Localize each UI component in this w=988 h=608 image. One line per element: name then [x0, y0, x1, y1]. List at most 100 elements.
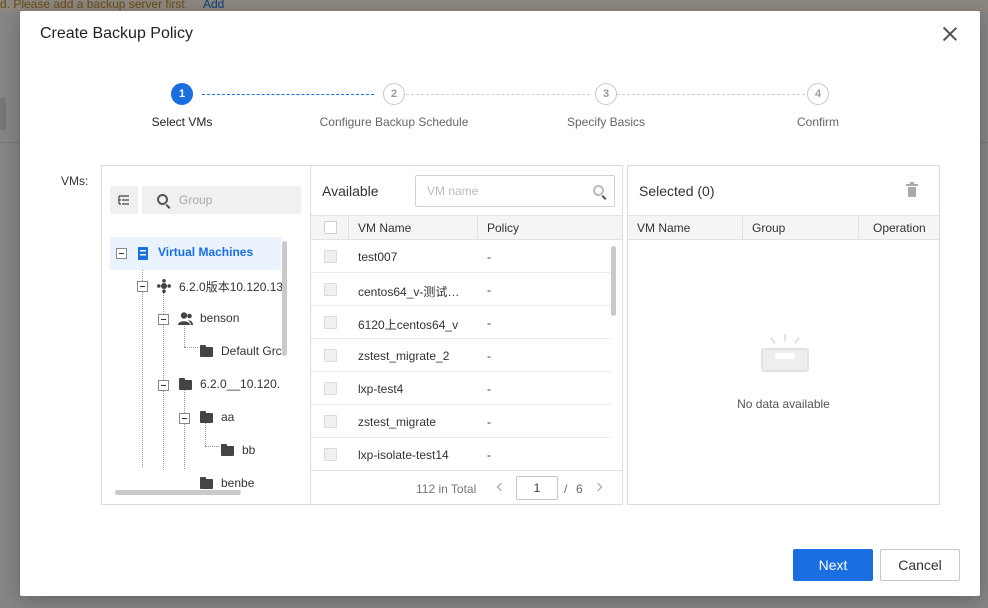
group-search-placeholder: Group	[179, 193, 213, 207]
trash-icon[interactable]	[906, 182, 918, 198]
next-button[interactable]: Next	[793, 549, 873, 581]
folder-icon	[179, 378, 192, 390]
icon-tray	[761, 348, 809, 372]
row-checkbox[interactable]	[324, 448, 337, 461]
select-all-checkbox[interactable]	[324, 221, 337, 234]
tree-node-label: Default Grc	[221, 344, 282, 358]
pagination: 112 in Total / 6	[311, 470, 622, 505]
tree-connector	[184, 389, 185, 469]
vm-name-cell: zstest_migrate_2	[358, 349, 450, 363]
row-checkbox[interactable]	[324, 283, 337, 296]
folder-icon	[200, 411, 213, 423]
table-row[interactable]: test007 -	[311, 240, 611, 273]
create-backup-policy-dialog: Create Backup Policy 1 Select VMs 2 Conf…	[20, 11, 980, 596]
selected-table-header: VM Name Group Operation	[628, 215, 939, 240]
tree-connector	[184, 323, 185, 347]
column-divider	[742, 216, 743, 240]
available-vms-panel: Available VM Name Policy test007 - cento…	[310, 165, 623, 505]
table-row[interactable]: lxp-isolate-test14 -	[311, 438, 611, 471]
tree-node-label: bb	[242, 443, 256, 457]
column-divider	[348, 216, 349, 240]
icon-ray	[784, 334, 786, 341]
group-search-input[interactable]: Group	[142, 186, 301, 214]
vm-name-cell: test007	[358, 250, 398, 264]
search-icon	[593, 185, 604, 196]
row-checkbox[interactable]	[324, 415, 337, 428]
step-number: 4	[807, 83, 829, 105]
step-number: 3	[595, 83, 617, 105]
table-row[interactable]: zstest_migrate -	[311, 405, 611, 438]
column-header-group[interactable]: Group	[752, 221, 785, 235]
tree-collapse-toggle[interactable]	[110, 186, 138, 214]
vm-name-search-input[interactable]	[415, 175, 615, 207]
policy-cell: -	[487, 448, 491, 462]
step-label: Confirm	[796, 115, 839, 129]
cluster-icon	[157, 279, 171, 293]
step-confirm: 4 Confirm	[738, 83, 898, 129]
tree-connector	[205, 422, 206, 446]
vm-name-cell: 6120上centos64_v	[358, 318, 459, 332]
user-icon	[178, 312, 193, 325]
table-row[interactable]: centos64_v-测试测试 -	[311, 273, 611, 306]
step-label: Configure Backup Schedule	[319, 115, 469, 129]
available-vertical-scrollbar[interactable]	[611, 246, 616, 316]
row-checkbox[interactable]	[324, 349, 337, 362]
collapse-icon[interactable]	[158, 380, 169, 391]
available-table-header: VM Name Policy	[311, 215, 622, 240]
row-checkbox[interactable]	[324, 316, 337, 329]
folder-icon	[221, 444, 234, 456]
chevron-right-icon[interactable]	[594, 482, 604, 492]
policy-cell: -	[487, 382, 491, 396]
icon-ray	[794, 337, 800, 344]
vm-name-cell: zstest_migrate	[358, 415, 437, 429]
collapse-icon[interactable]	[179, 413, 190, 424]
step-number: 1	[171, 83, 193, 105]
policy-cell: -	[487, 415, 491, 429]
row-checkbox[interactable]	[324, 382, 337, 395]
column-header-operation[interactable]: Operation	[873, 221, 926, 235]
step-configure-backup-schedule: 2 Configure Backup Schedule	[314, 83, 474, 129]
cancel-button[interactable]: Cancel	[880, 549, 960, 581]
pagination-total: 112 in Total	[416, 482, 477, 496]
tree-node-label: benbe	[221, 476, 255, 490]
step-number: 2	[383, 83, 405, 105]
column-header-policy[interactable]: Policy	[487, 221, 519, 235]
vms-label: VMs:	[61, 174, 89, 188]
selected-vms-panel: Selected (0) VM Name Group Operation No …	[627, 165, 940, 505]
chevron-left-icon[interactable]	[495, 482, 505, 492]
tree-vertical-scrollbar[interactable]	[282, 241, 287, 356]
pagination-total-pages: 6	[576, 482, 583, 496]
tree-node-virtual-machines[interactable]: Virtual Machines	[110, 237, 281, 270]
tree-horizontal-scrollbar[interactable]	[115, 490, 241, 495]
policy-cell: -	[487, 349, 491, 363]
available-title: Available	[322, 183, 379, 199]
step-select-vms: 1 Select VMs	[102, 83, 262, 129]
tree-connector	[205, 446, 219, 447]
tree-node-label: Virtual Machines	[158, 245, 254, 259]
tree-node-label: 6.2.0__10.120.	[200, 377, 281, 391]
page-number-input[interactable]	[516, 476, 558, 500]
collapse-icon[interactable]	[158, 314, 169, 325]
column-divider	[858, 216, 859, 240]
column-header-vm-name[interactable]: VM Name	[637, 221, 690, 235]
policy-cell: -	[487, 316, 491, 330]
collapse-icon[interactable]	[116, 248, 127, 259]
collapse-tree-icon	[118, 195, 129, 205]
table-row[interactable]: lxp-test4 -	[311, 372, 611, 405]
policy-cell: -	[487, 283, 491, 297]
search-icon	[157, 194, 168, 205]
table-row[interactable]: zstest_migrate_2 -	[311, 339, 611, 372]
collapse-icon[interactable]	[137, 281, 148, 292]
empty-state-text: No data available	[737, 397, 830, 411]
dialog-title: Create Backup Policy	[40, 25, 193, 42]
column-header-vm-name[interactable]: VM Name	[358, 221, 411, 235]
selected-title: Selected (0)	[639, 183, 715, 199]
tree-node-label: aa	[221, 410, 235, 424]
row-checkbox[interactable]	[324, 250, 337, 263]
vm-name-cell: centos64_v-测试测试	[358, 285, 462, 299]
table-row[interactable]: 6120上centos64_v -	[311, 306, 611, 339]
tree-node-label: 6.2.0版本10.120.13	[179, 280, 284, 294]
step-label: Specify Basics	[566, 115, 646, 129]
vm-name-cell: lxp-isolate-test14	[358, 448, 449, 462]
close-icon[interactable]	[942, 26, 958, 42]
